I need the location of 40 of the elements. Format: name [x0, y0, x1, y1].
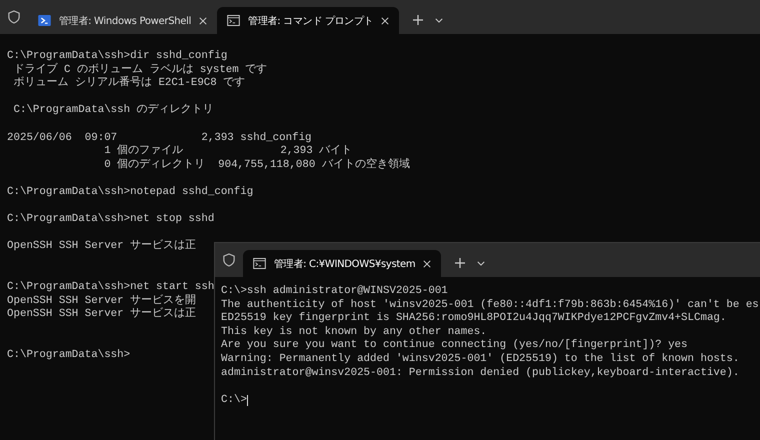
console-line: C:\ProgramData\ssh>dir sshd_config — [7, 50, 228, 62]
console-line: ED25519 key fingerprint is SHA256:romo9HL8POI2u4Jqq7WIKPdye12PCFgvZmv4+SLCmag. — [221, 312, 726, 326]
console-line: OpenSSH SSH Server サービスは正 — [7, 240, 196, 254]
console-line: 0 個のディレクトリ 904,755,118,080 バイトの空き領域 — [103, 158, 410, 172]
console-line: ボリューム シリアル番号は E2C1-E9C8 です — [12, 77, 246, 91]
console-line: C:\ProgramData\ssh のディレクトリ — [12, 104, 214, 118]
console-line: 1 個のファイル 2,393 バイト — [103, 145, 352, 158]
terminal-tab[interactable]: 管理者: コマンド プロンプト — [217, 7, 400, 34]
tab-title: 管理者: Windows PowerShell — [59, 14, 192, 28]
console-line: C:\>ssh administrator@WINSV2025-001 — [221, 285, 448, 299]
shield-icon — [223, 253, 235, 267]
console-line: C:\> — [221, 394, 247, 408]
terminal-tab[interactable]: 管理者: C:¥WINDOWS¥system — [243, 250, 442, 277]
console-line: C:\ProgramData\ssh>net stop sshd — [7, 213, 214, 227]
console-line: C:\ProgramData\ssh>notepad sshd_config — [7, 186, 254, 200]
console-line: OpenSSH SSH Server サービスは正 — [7, 308, 196, 322]
close-icon[interactable] — [381, 16, 390, 24]
console-line: This key is not known by any other names. — [221, 326, 487, 339]
console-line: administrator@winsv2025-001: Permission denied (publickey,keyboard-interactive). — [221, 366, 740, 380]
new-tab-icon[interactable] — [413, 15, 424, 25]
console-line: The authenticity of host 'winsv2025-001 (fe80::4df1:f79b:863b:6454%16)' can't be es — [221, 298, 759, 312]
console-line: Warning: Permanently added 'winsv2025-001' (ED25519) to the list of known hosts. — [221, 352, 740, 367]
close-icon[interactable] — [423, 260, 432, 268]
tab-title: 管理者: コマンド プロンプト — [248, 14, 374, 28]
close-icon[interactable] — [199, 16, 208, 24]
console-line: 2025/06/06 09:07 2,393 sshd_config — [7, 132, 312, 144]
tab-title: 管理者: C:¥WINDOWS¥system — [274, 258, 416, 270]
console-line: Are you sure you want to continue connecting (yes/no/[fingerprint])? yes — [221, 339, 688, 353]
command-prompt-icon — [227, 15, 240, 26]
console-line: C:\ProgramData\ssh> — [7, 349, 130, 363]
chevron-down-icon[interactable] — [435, 18, 444, 23]
shield-icon — [8, 10, 20, 24]
terminal-tab[interactable]: 管理者: Windows PowerShell — [28, 7, 218, 34]
command-prompt-icon — [253, 258, 266, 269]
console-line: OpenSSH SSH Server サービスを開 — [7, 294, 196, 307]
powershell-icon — [38, 15, 51, 26]
new-tab-icon[interactable] — [455, 258, 466, 268]
chevron-down-icon[interactable] — [477, 261, 486, 266]
console-line: ドライブ C のボリューム ラベルは system です — [12, 64, 268, 76]
console-line: C:\ProgramData\ssh>net start ssh — [7, 281, 214, 294]
